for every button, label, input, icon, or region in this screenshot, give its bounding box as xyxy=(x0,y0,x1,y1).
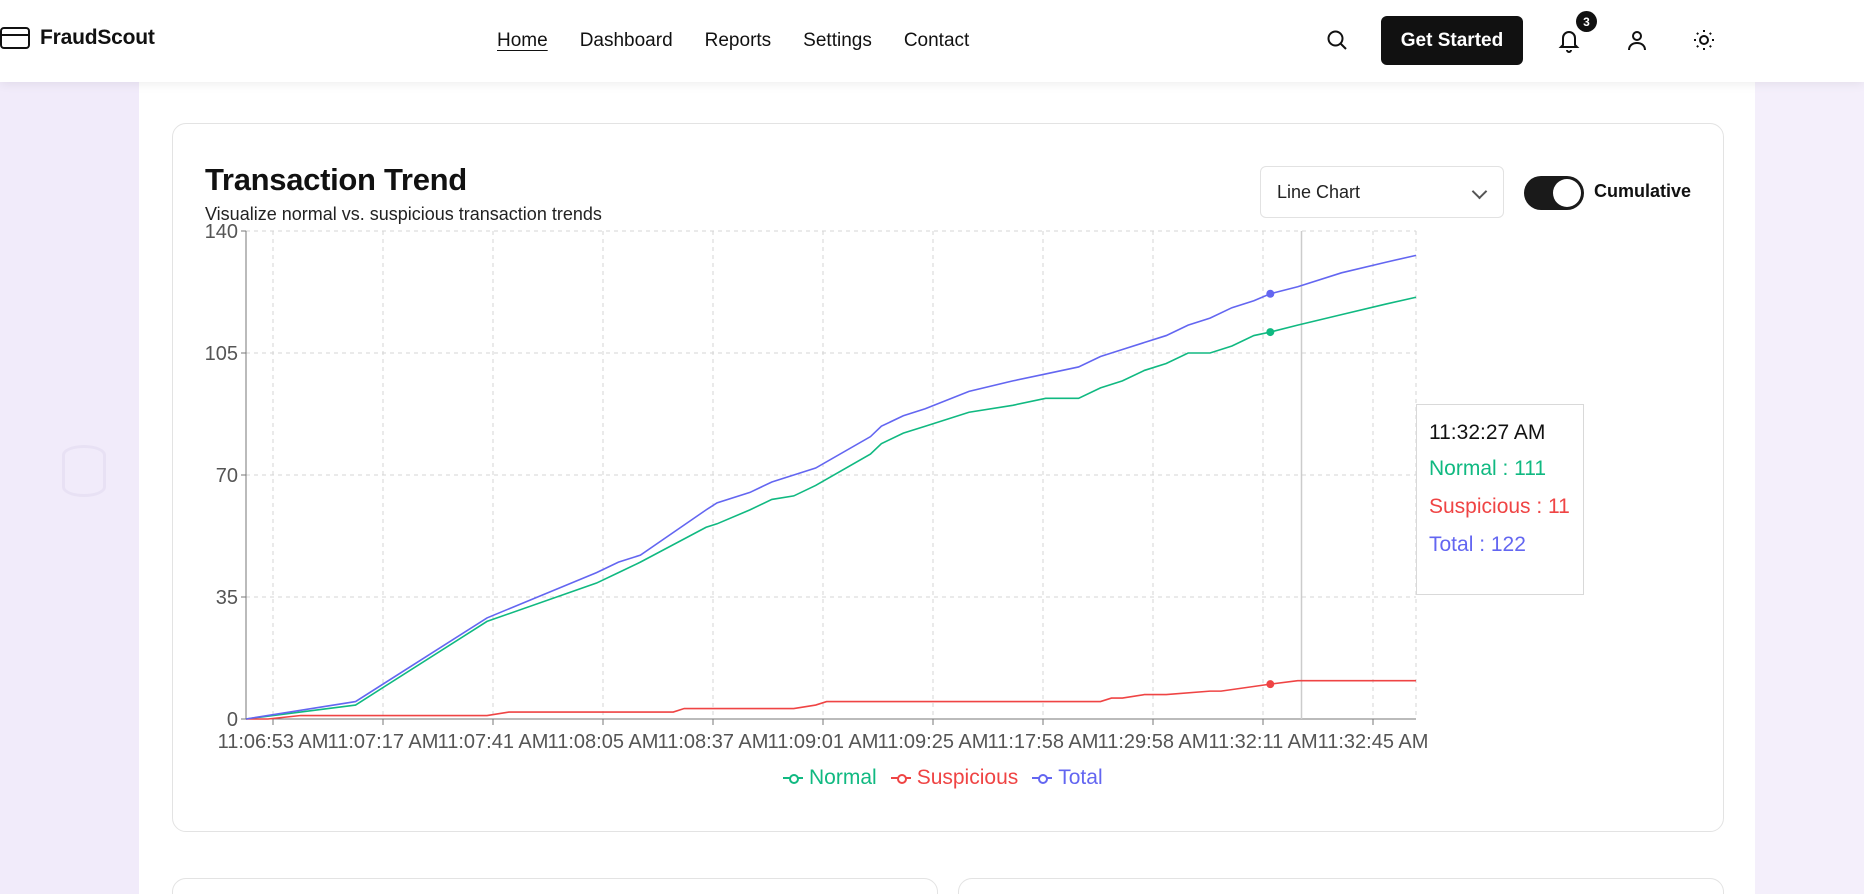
series-line-normal xyxy=(245,296,1417,720)
x-tick-label: 11:06:53 AM xyxy=(218,731,329,753)
y-tick-label: 105 xyxy=(205,343,238,365)
tooltip-suspicious: Suspicious : 11 xyxy=(1429,495,1570,518)
series-line-total xyxy=(245,254,1417,720)
x-tick-label: 11:32:45 AM xyxy=(1318,731,1429,753)
user-icon[interactable] xyxy=(1625,28,1649,52)
lower-card-right xyxy=(958,878,1724,894)
legend-label-suspicious: Suspicious xyxy=(916,766,1019,789)
x-tick-label: 11:29:58 AM xyxy=(1098,731,1209,753)
database-icon xyxy=(62,445,106,497)
tooltip-time: 11:32:27 AM xyxy=(1429,421,1546,444)
x-tick-label: 11:09:01 AM xyxy=(768,731,879,753)
notification-badge: 3 xyxy=(1576,11,1597,32)
lower-card-left xyxy=(172,878,938,894)
x-tick-label: 11:09:25 AM xyxy=(878,731,989,753)
y-tick-label: 35 xyxy=(216,587,238,609)
legend-marker-normal xyxy=(783,773,803,784)
nav-home[interactable]: Home xyxy=(497,30,548,52)
search-icon[interactable] xyxy=(1325,28,1349,52)
nav-contact[interactable]: Contact xyxy=(904,30,969,52)
logo-text: FraudScout xyxy=(40,26,155,49)
legend-item-total[interactable]: Total xyxy=(1032,766,1103,790)
y-tick-label: 140 xyxy=(205,221,238,243)
x-tick-label: 11:07:17 AM xyxy=(328,731,439,753)
logo[interactable]: FraudScout xyxy=(0,26,155,50)
tooltip-total: Total : 122 xyxy=(1429,533,1526,556)
x-tick-label: 11:07:41 AM xyxy=(438,731,549,753)
legend-label-normal: Normal xyxy=(809,766,877,789)
transaction-trend-card: Transaction Trend Visualize normal vs. s… xyxy=(172,123,1724,832)
nav-settings[interactable]: Settings xyxy=(803,30,872,52)
legend-marker-total xyxy=(1032,773,1053,784)
bell-icon[interactable] xyxy=(1557,27,1581,53)
x-tick-label: 11:32:11 AM xyxy=(1208,731,1317,753)
get-started-button[interactable]: Get Started xyxy=(1381,16,1523,65)
main-nav: Home Dashboard Reports Settings Contact xyxy=(497,30,969,52)
legend-label-total: Total xyxy=(1058,766,1103,789)
nav-reports[interactable]: Reports xyxy=(705,30,772,52)
legend-item-suspicious[interactable]: Suspicious xyxy=(890,766,1019,790)
y-tick-label: 0 xyxy=(227,709,238,731)
y-tick-label: 70 xyxy=(216,465,238,487)
hover-point-normal xyxy=(1266,328,1275,337)
legend-item-normal[interactable]: Normal xyxy=(783,766,877,790)
nav-dashboard[interactable]: Dashboard xyxy=(580,30,673,52)
tooltip-normal: Normal : 111 xyxy=(1429,457,1547,480)
sun-icon[interactable] xyxy=(1692,28,1716,52)
top-navbar: FraudScout Home Dashboard Reports Settin… xyxy=(0,0,1864,82)
x-tick-label: 11:17:58 AM xyxy=(988,731,1099,753)
hover-point-suspicious xyxy=(1266,680,1275,689)
chart-legend: Normal Suspicious Total xyxy=(783,766,1103,790)
x-tick-label: 11:08:05 AM xyxy=(548,731,659,753)
legend-marker-suspicious xyxy=(890,773,911,784)
credit-card-icon xyxy=(0,27,30,49)
x-tick-label: 11:08:37 AM xyxy=(658,731,769,753)
chart-tooltip: 11:32:27 AM Normal : 111 Suspicious : 11… xyxy=(1416,404,1584,595)
series-line-suspicious xyxy=(246,679,1416,720)
hover-point-total xyxy=(1266,289,1275,298)
